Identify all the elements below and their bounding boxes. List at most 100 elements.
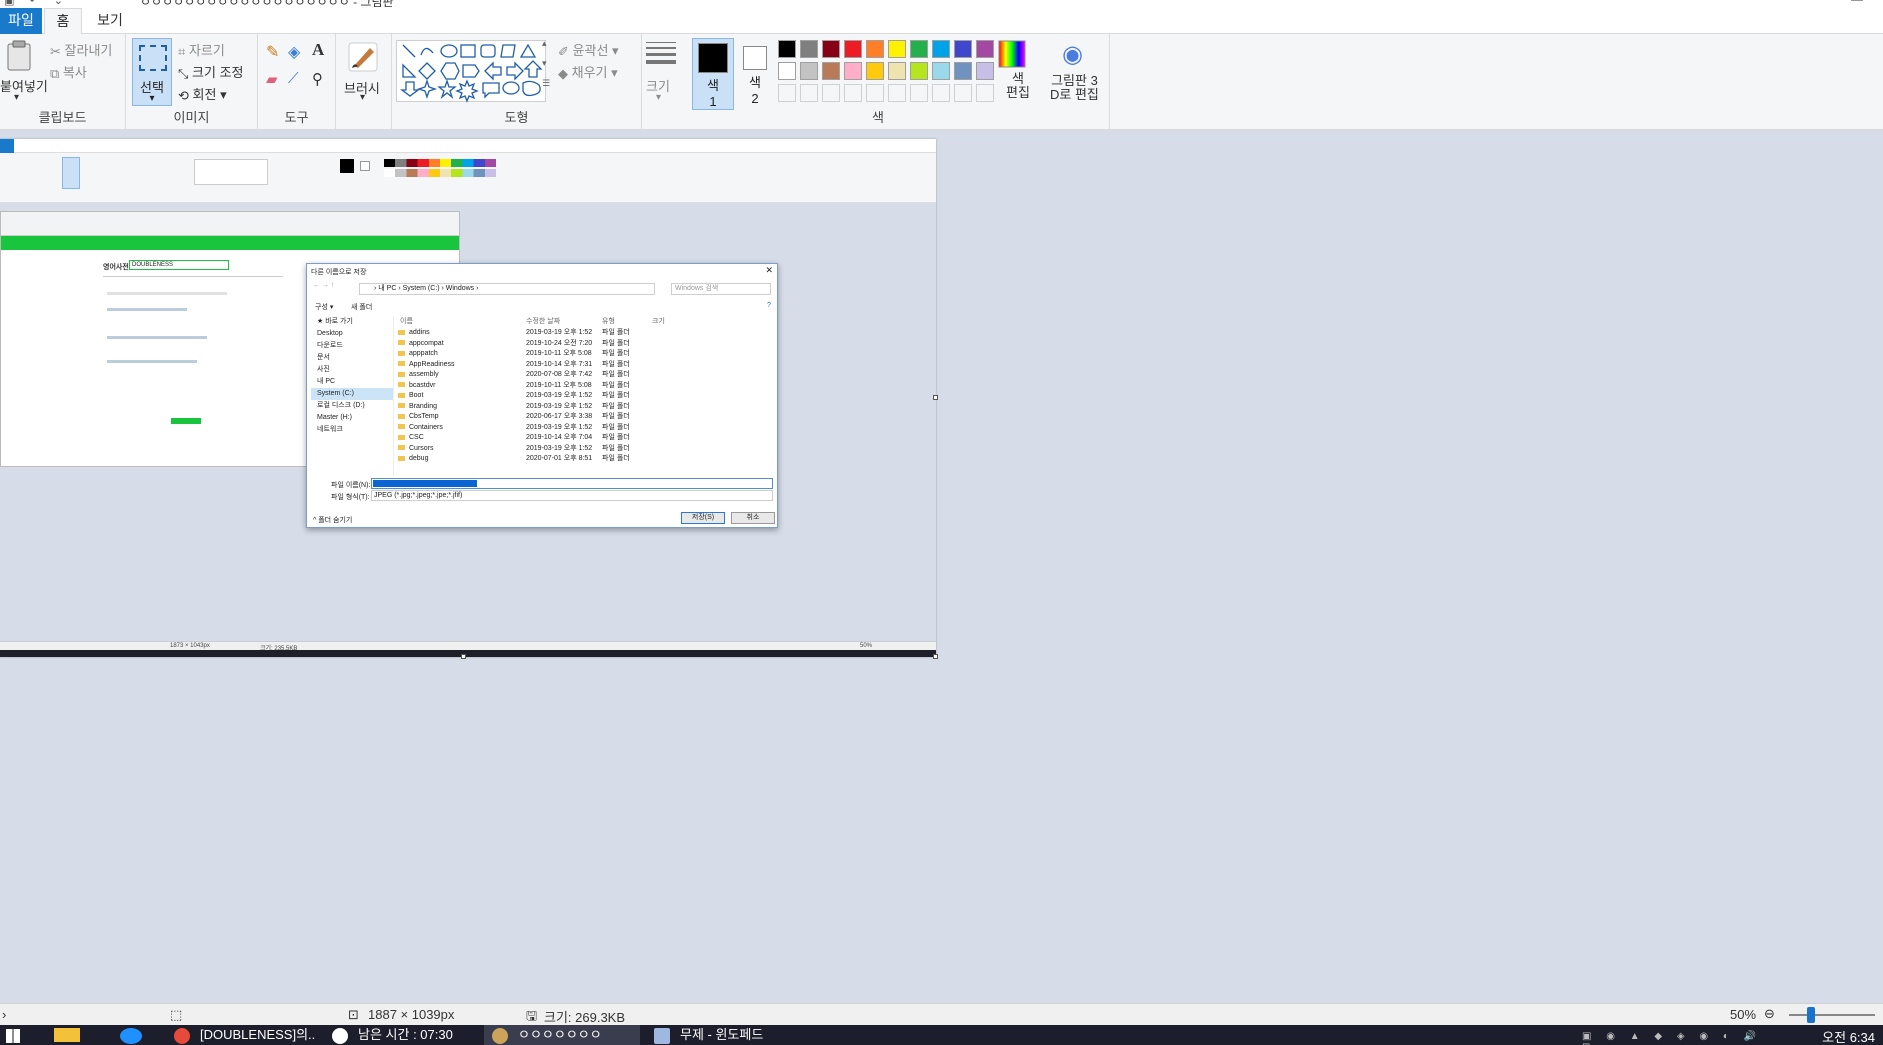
shapes-more-icon[interactable]: ☰ (542, 78, 550, 89)
text-icon[interactable]: A (312, 40, 324, 60)
palette-swatch[interactable] (976, 40, 994, 58)
custom-palette-swatch[interactable] (778, 84, 796, 102)
taskbar-app-notepad[interactable]: 무제 - 윈도페드 (646, 1025, 806, 1045)
file-row: Containers 2019-03-19 오후 1:52 파일 폴더 (394, 423, 770, 434)
mini-tab-file (0, 139, 14, 153)
system-tray-icons[interactable]: ▣ ◉ ▲ ◆ ◈ ◉ ◐ 🔊 ⊞ (1582, 1031, 1782, 1045)
color1-button[interactable]: 색 1 (692, 38, 734, 110)
eraser-icon[interactable]: ▰ (266, 70, 278, 88)
palette-swatch[interactable] (778, 40, 796, 58)
palette-swatch[interactable] (910, 62, 928, 80)
palette-swatch[interactable] (778, 62, 796, 80)
resize-handle-corner[interactable] (933, 654, 938, 659)
custom-palette-swatch[interactable] (800, 84, 818, 102)
palette-swatch[interactable] (800, 40, 818, 58)
custom-palette-swatch[interactable] (910, 84, 928, 102)
resize-handle-right[interactable] (933, 395, 938, 400)
palette-swatch[interactable] (866, 62, 884, 80)
edit-colors-button[interactable]: 색 편집 (1006, 72, 1030, 100)
palette-swatch[interactable] (844, 40, 862, 58)
fill-bucket-icon[interactable]: ◈ (288, 42, 300, 62)
size-dropdown-icon[interactable]: ▾ (656, 92, 661, 103)
quick-access-toolbar[interactable]: ▣ ↶ ⌄ (4, 0, 69, 7)
zoom-out-icon[interactable]: ⊖ (1764, 1006, 1775, 1022)
custom-palette-swatch[interactable] (888, 84, 906, 102)
taskbar-app-chrome[interactable]: [DOUBLENESS]의... (166, 1025, 316, 1045)
shapes-gallery-icons (400, 43, 543, 103)
palette-swatch[interactable] (932, 62, 950, 80)
palette-swatch[interactable] (822, 40, 840, 58)
file-type: 파일 폴더 (602, 350, 630, 357)
palette-swatch[interactable] (888, 40, 906, 58)
custom-palette-swatch[interactable] (976, 84, 994, 102)
palette-swatch[interactable] (954, 40, 972, 58)
dialog-nav-item: 네트워크 (317, 426, 343, 433)
edge-icon[interactable] (120, 1028, 142, 1044)
brush-icon[interactable] (346, 40, 380, 77)
tab-home[interactable]: 홈 (44, 8, 82, 35)
paste-icon[interactable] (6, 40, 32, 75)
taskbar-app-paint[interactable]: ㅇㅇㅇㅇㅇㅇㅇ (484, 1025, 640, 1045)
palette-swatch[interactable] (932, 40, 950, 58)
color-picker-icon[interactable]: ⟋ (288, 70, 299, 87)
zoom-slider-knob[interactable] (1807, 1007, 1815, 1023)
outline-icon: ✐ (558, 43, 569, 59)
crop-button[interactable]: ⌗ 자르기 (178, 40, 225, 60)
file-name: CbsTemp (409, 413, 439, 420)
paste-dropdown-icon[interactable]: ▾ (14, 92, 19, 103)
paint3d-button[interactable]: 그림판 3 D로 편집 (1050, 74, 1099, 102)
taskbar-clock[interactable]: 오전 6:34 (1822, 1027, 1875, 1045)
palette-swatch[interactable] (888, 62, 906, 80)
resize-button[interactable]: ⤡ 크기 조정 (178, 62, 243, 82)
shapes-gallery[interactable] (396, 40, 546, 103)
tab-file[interactable]: 파일 (0, 8, 42, 34)
select-button[interactable]: 선택 ▾ (132, 38, 172, 106)
rotate-button[interactable]: ⟲ 회전 ▾ (178, 84, 227, 104)
dialog-nav-item: System (C:) (311, 388, 393, 400)
canvas-area[interactable]: 영어사전 DOUBLENESS 다른 이름으로 저장 ✕ ← → ↑ › 내 P… (0, 131, 1883, 1003)
outline-button[interactable]: ✐ 윤곽선 ▾ (558, 40, 619, 60)
cut-button[interactable]: ✂ 잘라내기 (50, 40, 112, 60)
image-canvas[interactable]: 영어사전 DOUBLENESS 다른 이름으로 저장 ✕ ← → ↑ › 내 P… (0, 139, 936, 657)
custom-palette-swatch[interactable] (822, 84, 840, 102)
paint3d-icon[interactable]: ◉ (1062, 40, 1083, 69)
palette-swatch[interactable] (976, 62, 994, 80)
paste-button[interactable]: 붙여넣기 (0, 76, 48, 95)
zoom-slider[interactable] (1789, 1007, 1875, 1023)
select-dropdown-icon[interactable]: ▾ (133, 93, 171, 104)
custom-palette-swatch[interactable] (844, 84, 862, 102)
group-label-shapes: 도형 (504, 110, 529, 125)
custom-palette-swatch[interactable] (866, 84, 884, 102)
line-size-icon[interactable] (646, 42, 676, 64)
file-name: assembly (409, 371, 439, 378)
custom-palette-swatch[interactable] (932, 84, 950, 102)
file-row: CSC 2019-10-14 오후 7:04 파일 폴더 (394, 433, 770, 444)
palette-swatch[interactable] (866, 40, 884, 58)
pencil-icon[interactable]: ✎ (266, 42, 279, 62)
dialog-nav-arrows: ← → ↑ (313, 282, 335, 289)
palette-swatch[interactable] (844, 62, 862, 80)
file-explorer-icon[interactable] (54, 1028, 80, 1042)
tab-view[interactable]: 보기 (90, 8, 130, 34)
palette-swatch[interactable] (954, 62, 972, 80)
start-icon[interactable] (6, 1029, 20, 1043)
minimize-icon[interactable]: — (1851, 0, 1863, 6)
palette-swatch[interactable] (910, 40, 928, 58)
magnifier-icon[interactable]: ⚲ (312, 70, 323, 88)
dict-line (107, 336, 207, 339)
palette-swatch[interactable] (822, 62, 840, 80)
resize-handle-bottom[interactable] (461, 654, 466, 659)
shapes-scroll-up-icon[interactable]: ▴ (542, 38, 547, 49)
shapes-scroll-down-icon[interactable]: ▾ (542, 58, 547, 69)
brush-dropdown-icon[interactable]: ▾ (360, 92, 365, 103)
notepad-icon (654, 1028, 670, 1044)
custom-palette-swatch[interactable] (954, 84, 972, 102)
color2-button[interactable]: 색 2 (734, 38, 776, 110)
copy-button[interactable]: ⧉ 복사 (50, 62, 87, 82)
taskbar-app-timer[interactable]: 남은 시간 : 07:30 (324, 1025, 480, 1045)
palette-swatch[interactable] (800, 62, 818, 80)
status-cursor-icon: › (2, 1007, 7, 1022)
file-row-name: appcompat (398, 339, 444, 350)
edit-colors-icon[interactable] (998, 40, 1026, 71)
fill-button[interactable]: ◆ 채우기 ▾ (558, 62, 618, 82)
